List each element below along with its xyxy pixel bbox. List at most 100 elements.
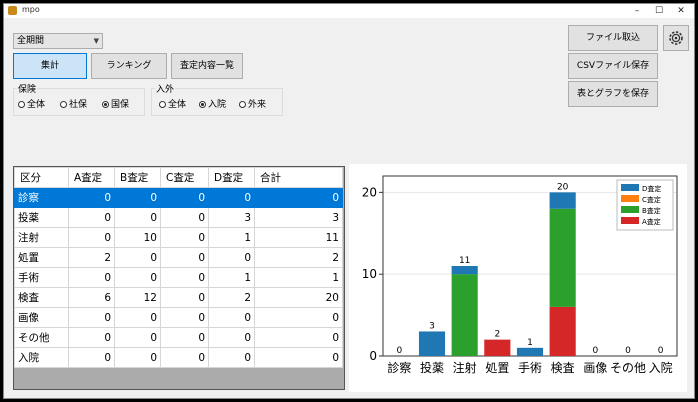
- table-cell[interactable]: 0: [114, 307, 161, 328]
- radio-icon: [60, 101, 67, 108]
- table-cell[interactable]: 20: [254, 287, 343, 308]
- table-cell[interactable]: 0: [254, 347, 343, 368]
- table-cell[interactable]: 0: [68, 327, 115, 348]
- table-cell[interactable]: 0: [68, 207, 115, 228]
- table-cell[interactable]: 0: [208, 347, 255, 368]
- table-cell[interactable]: 0: [160, 267, 209, 288]
- table-cell[interactable]: 0: [160, 207, 209, 228]
- table-cell[interactable]: 0: [160, 187, 209, 208]
- table-cell[interactable]: 6: [68, 287, 115, 308]
- table-cell[interactable]: 1: [208, 267, 255, 288]
- column-header[interactable]: 合計: [254, 167, 343, 188]
- table-cell[interactable]: 2: [68, 247, 115, 268]
- table-cell[interactable]: 0: [114, 187, 161, 208]
- column-header[interactable]: 区分: [14, 167, 69, 188]
- table-cell[interactable]: 手術: [14, 267, 69, 288]
- settings-button[interactable]: [663, 25, 689, 51]
- legend-label: C査定: [642, 195, 661, 204]
- table-cell[interactable]: 0: [160, 227, 209, 248]
- bar-total-label: 11: [459, 256, 470, 266]
- table-cell[interactable]: 診察: [14, 187, 69, 208]
- table-cell[interactable]: 0: [114, 247, 161, 268]
- x-tick-label: 入院: [649, 361, 673, 375]
- bar-total-label: 0: [592, 346, 598, 356]
- insurance-radio-shaho[interactable]: 社保: [60, 97, 87, 110]
- table-cell[interactable]: 0: [114, 207, 161, 228]
- table-cell[interactable]: 0: [208, 247, 255, 268]
- table-cell[interactable]: 1: [208, 227, 255, 248]
- table-cell[interactable]: 0: [208, 327, 255, 348]
- table-cell[interactable]: 投薬: [14, 207, 69, 228]
- table-row[interactable]: 投薬 0 0 0 3 3: [14, 207, 343, 228]
- radio-icon: [159, 101, 166, 108]
- column-header[interactable]: B査定: [114, 167, 161, 188]
- table-cell[interactable]: 1: [254, 267, 343, 288]
- table-cell[interactable]: 12: [114, 287, 161, 308]
- table-cell[interactable]: 0: [208, 187, 255, 208]
- table-cell[interactable]: 3: [254, 207, 343, 228]
- maximize-icon[interactable]: ☐: [648, 4, 670, 18]
- close-icon[interactable]: ✕: [670, 4, 692, 18]
- insurance-radio-kokuho[interactable]: 国保: [102, 97, 129, 110]
- column-header[interactable]: A査定: [68, 167, 115, 188]
- table-cell[interactable]: 0: [68, 347, 115, 368]
- table-cell[interactable]: 0: [160, 247, 209, 268]
- chart-canvas: 0 10 20 0 診察 3 投薬 11 注射 2 処置 1 手術 20 検査 0 画像 0 その他 0 入院 D査定 C査…: [362, 175, 678, 375]
- inout-radio-outpatient[interactable]: 外来: [239, 97, 266, 110]
- column-header[interactable]: C査定: [160, 167, 209, 188]
- results-table[interactable]: 区分 A査定 B査定 C査定 D査定 合計 診察 0 0 0 0 0 投薬 0 …: [13, 166, 345, 390]
- table-cell[interactable]: 0: [254, 307, 343, 328]
- table-row[interactable]: 注射 0 10 0 1 11: [14, 227, 343, 248]
- table-cell[interactable]: 0: [68, 307, 115, 328]
- import-file-button[interactable]: ファイル取込: [568, 25, 658, 51]
- save-table-graph-button[interactable]: 表とグラフを保存: [568, 81, 658, 107]
- table-cell[interactable]: 0: [160, 347, 209, 368]
- inout-radio-inpatient[interactable]: 入院: [199, 97, 226, 110]
- table-row[interactable]: 入院 0 0 0 0 0: [14, 347, 343, 368]
- aggregate-button[interactable]: 集計: [13, 53, 87, 79]
- bar-total-label: 1: [527, 338, 533, 348]
- save-csv-button[interactable]: CSVファイル保存: [568, 53, 658, 79]
- table-cell[interactable]: 0: [254, 327, 343, 348]
- table-cell[interactable]: 2: [254, 247, 343, 268]
- table-row[interactable]: 手術 0 0 0 1 1: [14, 267, 343, 288]
- table-cell[interactable]: 画像: [14, 307, 69, 328]
- table-row[interactable]: 画像 0 0 0 0 0: [14, 307, 343, 328]
- table-row[interactable]: 検査 6 12 0 2 20: [14, 287, 343, 308]
- table-row[interactable]: 診察 0 0 0 0 0: [14, 187, 343, 208]
- table-cell[interactable]: 0: [160, 287, 209, 308]
- table-cell[interactable]: 0: [68, 187, 115, 208]
- table-cell[interactable]: 0: [68, 227, 115, 248]
- bar-segment: [549, 306, 576, 356]
- table-row[interactable]: その他 0 0 0 0 0: [14, 327, 343, 348]
- column-header[interactable]: D査定: [208, 167, 255, 188]
- review-list-button[interactable]: 査定内容一覧: [171, 53, 243, 79]
- table-cell[interactable]: 入院: [14, 347, 69, 368]
- table-cell[interactable]: 0: [68, 267, 115, 288]
- table-cell[interactable]: その他: [14, 327, 69, 348]
- table-cell[interactable]: 0: [160, 327, 209, 348]
- table-cell[interactable]: 0: [114, 267, 161, 288]
- table-cell[interactable]: 11: [254, 227, 343, 248]
- inout-radio-all[interactable]: 全体: [159, 97, 186, 110]
- table-cell[interactable]: 注射: [14, 227, 69, 248]
- table-cell[interactable]: 0: [254, 187, 343, 208]
- legend-swatch: [621, 195, 639, 202]
- period-select[interactable]: 全期間 ▼: [13, 33, 103, 49]
- bar-segment: [484, 339, 511, 356]
- radio-icon: [18, 101, 25, 108]
- table-cell[interactable]: 0: [160, 307, 209, 328]
- table-cell[interactable]: 2: [208, 287, 255, 308]
- table-row[interactable]: 処置 2 0 0 0 2: [14, 247, 343, 268]
- legend-label: B査定: [642, 206, 661, 215]
- table-cell[interactable]: 検査: [14, 287, 69, 308]
- table-cell[interactable]: 10: [114, 227, 161, 248]
- table-cell[interactable]: 3: [208, 207, 255, 228]
- table-cell[interactable]: 0: [114, 347, 161, 368]
- minimize-icon[interactable]: –: [626, 4, 648, 18]
- table-cell[interactable]: 0: [114, 327, 161, 348]
- insurance-radio-all[interactable]: 全体: [18, 97, 45, 110]
- ranking-button[interactable]: ランキング: [91, 53, 167, 79]
- table-cell[interactable]: 0: [208, 307, 255, 328]
- table-cell[interactable]: 処置: [14, 247, 69, 268]
